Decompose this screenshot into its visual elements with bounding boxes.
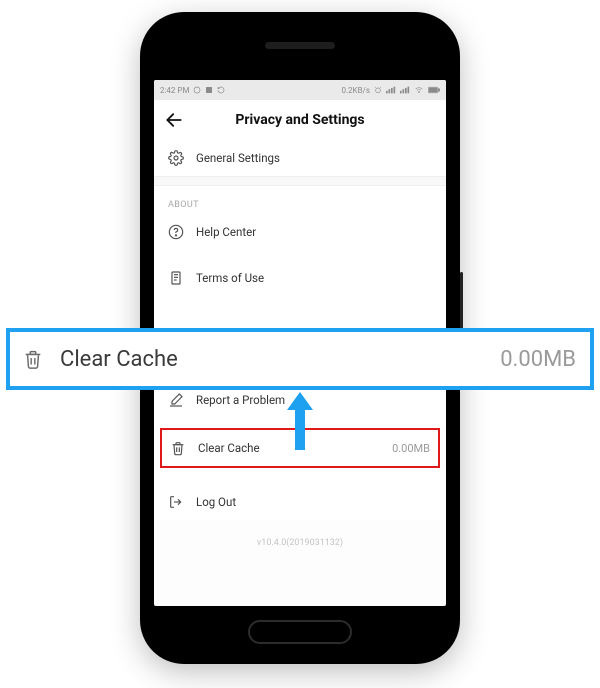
section-header-about: ABOUT [154,186,446,214]
battery-icon [428,86,440,94]
home-button[interactable] [248,620,352,644]
row-label: Help Center [196,225,432,239]
callout-clear-cache: Clear Cache 0.00MB [6,328,594,390]
phone-side-button [460,272,463,332]
trash-icon [22,348,44,370]
status-net: 0.2KB/s [341,86,370,95]
document-icon [168,270,184,286]
header: Privacy and Settings [154,100,446,140]
status-time: 2:42 PM [160,86,189,95]
row-label: Log Out [196,495,432,509]
version-text: v10.4.0(2019031132) [154,520,446,548]
wifi-icon [414,86,424,94]
status-indicator-icon [193,86,201,94]
callout-value: 0.00MB [500,347,576,372]
row-general-settings[interactable]: General Settings [154,140,446,176]
row-label: General Settings [196,151,432,165]
signal-icon [400,86,410,94]
phone-speaker [265,42,335,49]
row-help-center[interactable]: Help Center [154,214,446,250]
callout-label: Clear Cache [60,347,500,372]
status-bar: 2:42 PM 0.2KB/s [154,80,446,100]
edit-icon [168,392,184,408]
signal-icon [386,86,396,94]
help-icon [168,224,184,240]
row-label: Terms of Use [196,271,432,285]
alarm-icon [374,86,382,94]
gear-icon [168,150,184,166]
logout-icon [168,494,184,510]
page-title: Privacy and Settings [164,112,436,128]
cache-size-value: 0.00MB [392,442,430,455]
row-terms-of-use[interactable]: Terms of Use [154,260,446,296]
row-label: Report a Problem [196,393,432,407]
row-log-out[interactable]: Log Out [154,484,446,520]
status-indicator-icon [205,86,213,94]
trash-icon [170,440,186,456]
section-divider [154,176,446,186]
refresh-icon [217,86,225,94]
arrow-icon [287,392,313,450]
